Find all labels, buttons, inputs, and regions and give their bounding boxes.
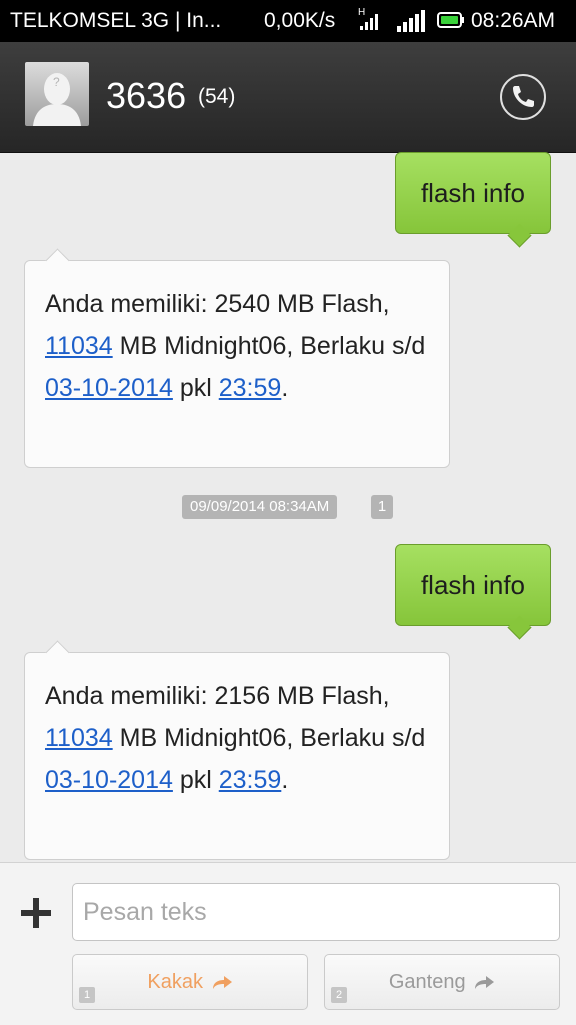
contact-number: 3636 [106, 75, 187, 116]
incoming-message[interactable]: Anda memiliki: 2156 MB Flash, 11034 MB M… [24, 652, 450, 860]
message-text: Anda memiliki: 2156 MB Flash, [45, 682, 390, 710]
svg-text:H: H [358, 7, 365, 18]
message-text: pkl [172, 766, 219, 794]
send-button-label: Kakak [147, 971, 204, 993]
message-link[interactable]: 23:59 [219, 374, 282, 402]
network-type-icon: H [358, 7, 378, 30]
message-list[interactable]: flash info Anda memiliki: 2540 MB Flash,… [0, 152, 576, 862]
sim-number: 1 [79, 987, 95, 1003]
message-input[interactable] [72, 883, 560, 941]
send-arrow-icon [212, 975, 232, 989]
signal-strength-icon [397, 10, 425, 32]
sim-badge: 1 [371, 495, 393, 519]
send-sim1-button[interactable]: 1 Kakak [72, 954, 308, 1010]
message-text: . [281, 374, 289, 402]
status-bar: TELKOMSEL 3G | In... 0,00K/s H 08:26AM [0, 0, 576, 42]
message-count: (54) [198, 85, 236, 108]
send-button-label: Ganteng [388, 971, 466, 993]
message-text: MB Midnight06, Berlaku s/d [112, 332, 426, 360]
compose-bar: 1 Kakak 2 Ganteng [0, 862, 576, 1025]
carrier-label: TELKOMSEL 3G | In... [10, 9, 222, 32]
add-attachment-button[interactable] [18, 895, 54, 931]
sim-number: 2 [331, 987, 347, 1003]
contact-avatar[interactable]: ? [25, 62, 89, 126]
plus-icon [21, 898, 51, 928]
conversation-header: ? 3636 (54) [0, 42, 576, 153]
phone-icon [513, 86, 534, 107]
unknown-contact-icon: ? [33, 73, 81, 126]
message-text: . [281, 766, 289, 794]
message-link[interactable]: 23:59 [219, 766, 282, 794]
outgoing-message[interactable]: flash info [395, 152, 551, 234]
message-link[interactable]: 11034 [45, 724, 113, 752]
message-timestamp: 09/09/2014 08:34AM [182, 495, 338, 519]
call-button[interactable] [500, 74, 546, 120]
svg-text:?: ? [53, 75, 60, 89]
send-sim2-button[interactable]: 2 Ganteng [324, 954, 560, 1010]
message-text: pkl [172, 374, 219, 402]
message-link[interactable]: 03-10-2014 [45, 374, 173, 402]
send-arrow-icon [475, 975, 495, 989]
message-text: MB Midnight06, Berlaku s/d [112, 724, 426, 752]
battery-icon [437, 12, 464, 28]
network-speed: 0,00K/s [264, 9, 336, 32]
message-link[interactable]: 11034 [45, 332, 113, 360]
incoming-message[interactable]: Anda memiliki: 2540 MB Flash, 11034 MB M… [24, 260, 450, 468]
message-link[interactable]: 03-10-2014 [45, 766, 173, 794]
outgoing-message[interactable]: flash info [395, 544, 551, 626]
clock: 08:26AM [471, 9, 556, 32]
message-text: Anda memiliki: 2540 MB Flash, [45, 290, 390, 318]
